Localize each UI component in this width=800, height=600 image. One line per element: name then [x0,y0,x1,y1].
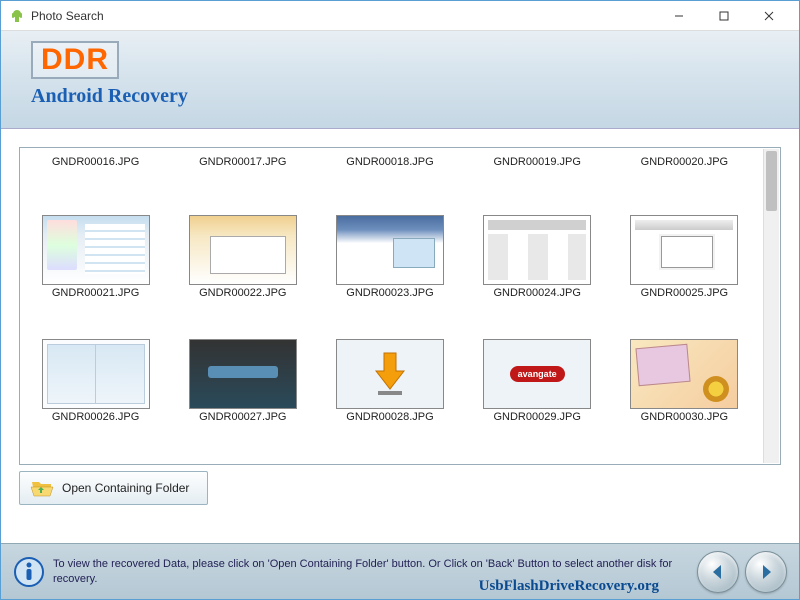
watermark-text: UsbFlashDriveRecovery.org [479,578,659,595]
file-name: GNDR00026.JPG [52,411,139,423]
thumbnail-icon [484,216,590,284]
close-button[interactable] [746,2,791,30]
banner: DDR Android Recovery [1,31,799,129]
app-icon [9,8,25,24]
window-title: Photo Search [31,9,656,23]
file-name: GNDR00016.JPG [52,156,139,168]
file-item[interactable]: GNDR00017.JPG [171,156,314,174]
file-item[interactable]: GNDR00027.JPG [171,339,314,460]
file-name: GNDR00025.JPG [641,287,728,299]
thumbnail-icon [337,216,443,284]
file-name: GNDR00022.JPG [199,287,286,299]
thumbnail-icon [631,216,737,284]
app-window: Photo Search DDR Android Recovery GNDR00… [0,0,800,600]
file-item[interactable]: GNDR00023.JPG [318,215,461,336]
thumbnail-icon [43,340,149,408]
file-item[interactable]: GNDR00030.JPG [613,339,756,460]
button-label: Open Containing Folder [62,481,189,495]
thumbnail-icon [43,216,149,284]
file-name: GNDR00018.JPG [346,156,433,168]
scrollbar-thumb[interactable] [766,151,777,211]
titlebar: Photo Search [1,1,799,31]
maximize-button[interactable] [701,2,746,30]
avangate-logo-icon: avangate [483,339,591,409]
next-button[interactable] [745,551,787,593]
banner-subtitle: Android Recovery [31,85,769,108]
back-button[interactable] [697,551,739,593]
file-name: GNDR00020.JPG [641,156,728,168]
content-area: GNDR00016.JPG GNDR00017.JPG GNDR00018.JP… [1,129,799,543]
file-name: GNDR00027.JPG [199,411,286,423]
thumbnail-icon [190,216,296,284]
file-name: GNDR00029.JPG [493,411,580,423]
file-name: GNDR00023.JPG [346,287,433,299]
thumbnail-icon [631,340,737,408]
thumbnail-grid: GNDR00016.JPG GNDR00017.JPG GNDR00018.JP… [19,147,781,465]
footer: To view the recovered Data, please click… [1,543,799,599]
folder-open-icon [30,478,54,498]
vertical-scrollbar[interactable] [763,149,779,463]
thumbnail-icon [190,340,296,408]
file-item[interactable]: GNDR00025.JPG [613,215,756,336]
brand-logo: DDR [31,41,119,79]
file-name: GNDR00021.JPG [52,287,139,299]
minimize-button[interactable] [656,2,701,30]
download-icon [336,339,444,409]
file-item[interactable]: avangate GNDR00029.JPG [466,339,609,460]
file-item[interactable]: GNDR00022.JPG [171,215,314,336]
file-item[interactable]: GNDR00019.JPG [466,156,609,174]
file-name: GNDR00019.JPG [493,156,580,168]
info-icon [13,556,45,588]
file-name: GNDR00017.JPG [199,156,286,168]
file-item[interactable]: GNDR00028.JPG [318,339,461,460]
file-name: GNDR00028.JPG [346,411,433,423]
file-item[interactable]: GNDR00020.JPG [613,156,756,174]
file-name: GNDR00024.JPG [493,287,580,299]
file-item[interactable]: GNDR00026.JPG [24,339,167,460]
file-item[interactable]: GNDR00021.JPG [24,215,167,336]
file-item[interactable]: GNDR00016.JPG [24,156,167,174]
file-item[interactable]: GNDR00024.JPG [466,215,609,336]
file-name: GNDR00030.JPG [641,411,728,423]
open-containing-folder-button[interactable]: Open Containing Folder [19,471,208,505]
file-item[interactable]: GNDR00018.JPG [318,156,461,174]
